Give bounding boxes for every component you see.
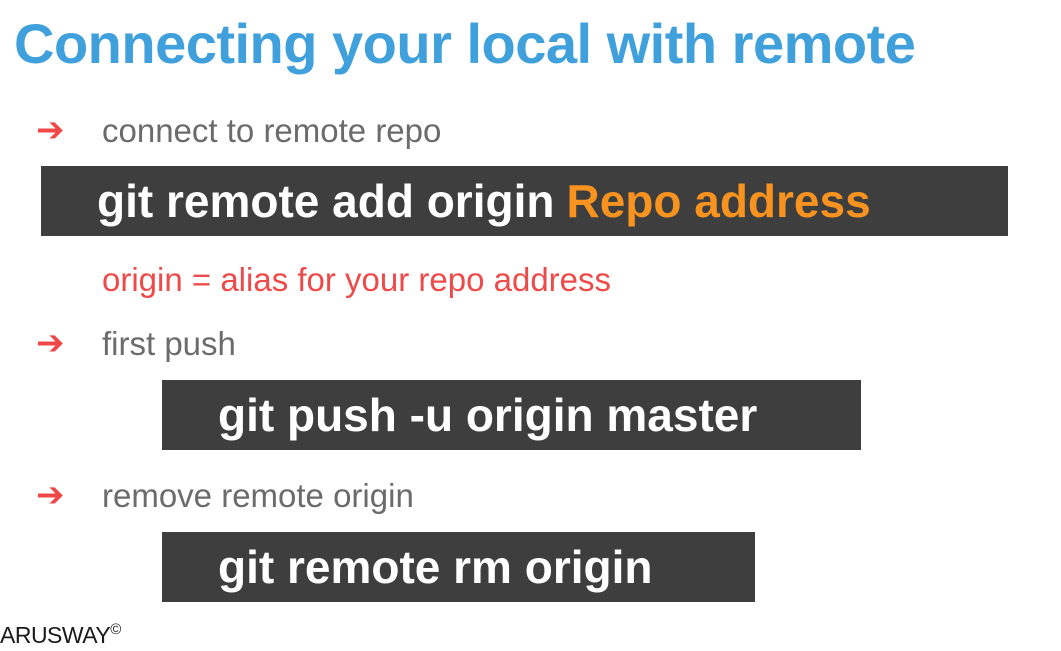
slide-title: Connecting your local with remote (14, 12, 916, 75)
bullet-label: remove remote origin (102, 476, 414, 514)
command-block-push: git push -u origin master (162, 380, 861, 450)
bullet-remove-origin: ➔ remove remote origin (36, 478, 414, 512)
command-text: git push -u origin master (218, 389, 758, 441)
command-block-remote-rm: git remote rm origin (162, 532, 755, 602)
right-arrow-icon: ➔ (36, 324, 65, 362)
brand-name: ARUSWAY (0, 622, 111, 648)
alias-note: origin = alias for your repo address (102, 261, 612, 298)
bullet-first-push: ➔ first push (36, 326, 236, 360)
right-arrow-icon: ➔ (36, 476, 65, 514)
bullet-label: first push (102, 324, 236, 362)
command-text: git remote rm origin (218, 541, 653, 593)
right-arrow-icon: ➔ (36, 111, 65, 149)
bullet-connect: ➔ connect to remote repo (36, 113, 441, 147)
command-text: git remote add origin (97, 175, 555, 227)
brand-logo: ARUSWAY© (0, 621, 121, 648)
command-block-remote-add: git remote add origin Repo address (41, 166, 1008, 236)
bullet-label: connect to remote repo (102, 111, 442, 149)
copyright-mark: © (110, 621, 121, 638)
command-placeholder-highlight: Repo address (566, 175, 871, 227)
